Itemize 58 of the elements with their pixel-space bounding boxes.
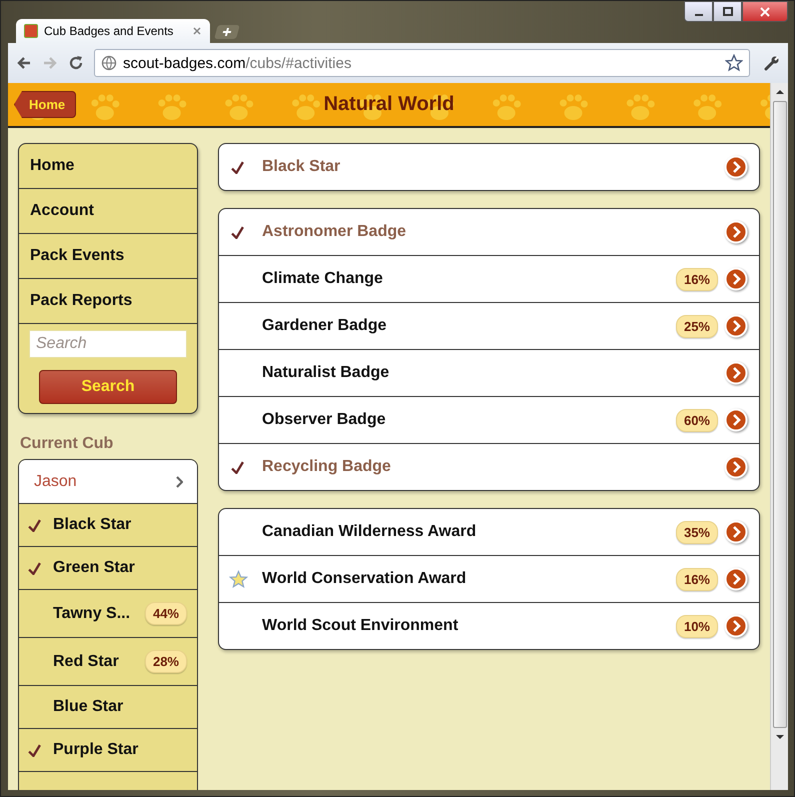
badge-list-item[interactable]: Recycling Badge: [219, 444, 759, 490]
bookmark-star-icon[interactable]: [725, 54, 743, 72]
search-field[interactable]: Search: [29, 330, 187, 358]
star-list-item[interactable]: Red Star 28%: [19, 638, 197, 686]
badge-list-item[interactable]: World Conservation Award 16%: [219, 556, 759, 603]
nav-item[interactable]: Pack Events: [19, 234, 197, 279]
back-icon[interactable]: [16, 55, 32, 71]
progress-badge: 16%: [676, 568, 718, 590]
close-icon[interactable]: [192, 26, 202, 36]
chevron-icon: [175, 476, 183, 488]
progress-badge: 16%: [676, 268, 718, 290]
section-heading: Current Cub: [19, 434, 114, 454]
progress-badge: 60%: [676, 408, 718, 432]
scrollbar-thumb[interactable]: [772, 101, 786, 728]
progress-badge: 44%: [144, 602, 187, 625]
home-button[interactable]: Home: [14, 91, 76, 118]
close-icon: [760, 6, 770, 16]
nav-item[interactable]: Account: [19, 189, 197, 234]
star-list-item[interactable]: Tawny S... 44%: [19, 590, 197, 638]
badge-list-item[interactable]: Astronomer Badge: [219, 209, 759, 256]
progress-badge: 28%: [144, 650, 187, 673]
minimize-button[interactable]: [684, 1, 713, 22]
url-text: scout-badges.com/cubs/#activities: [123, 54, 352, 72]
maximize-button[interactable]: [713, 1, 742, 22]
star-list-item[interactable]: Black Star: [19, 504, 197, 547]
badge-list-item[interactable]: Gardener Badge 25%: [219, 303, 759, 350]
favicon-icon: [24, 24, 38, 38]
minimize-icon: [694, 14, 704, 16]
wrench-icon[interactable]: [764, 55, 780, 71]
nav-item[interactable]: Home: [19, 144, 197, 189]
star-list-item[interactable]: Blue Star: [19, 686, 197, 729]
scrollbar[interactable]: [770, 83, 788, 790]
globe-icon: [101, 55, 117, 71]
nav-item[interactable]: Pack Reports: [19, 279, 197, 324]
plus-icon: [220, 27, 234, 37]
badge-list-item[interactable]: Black Star: [219, 144, 759, 190]
search-button[interactable]: Search: [39, 370, 177, 404]
reload-icon[interactable]: [68, 55, 84, 71]
maximize-icon: [722, 6, 732, 16]
progress-badge: 10%: [676, 614, 718, 638]
badge-list-item[interactable]: Canadian Wilderness Award 35%: [219, 509, 759, 556]
badge-list-item[interactable]: World Scout Environment 10%: [219, 603, 759, 649]
scroll-down-icon[interactable]: [776, 734, 784, 740]
page-title: Natural World: [324, 93, 454, 116]
star-list-item[interactable]: Purple Star: [19, 729, 197, 772]
progress-badge: 35%: [676, 520, 718, 544]
badge-list-item[interactable]: Climate Change 16%: [219, 256, 759, 303]
close-button[interactable]: [742, 1, 788, 22]
tab-title: Cub Badges and Events: [44, 24, 174, 38]
star-list-item[interactable]: Green Star: [19, 547, 197, 590]
cub-selector[interactable]: Jason: [19, 460, 197, 504]
progress-badge: 25%: [676, 314, 718, 338]
new-tab-button[interactable]: [214, 25, 240, 39]
browser-tab[interactable]: Cub Badges and Events: [16, 19, 210, 43]
badge-list-item[interactable]: Naturalist Badge: [219, 350, 759, 397]
badge-list-item[interactable]: Observer Badge 60%: [219, 397, 759, 444]
scroll-up-icon[interactable]: [776, 89, 784, 95]
address-field[interactable]: scout-badges.com/cubs/#activities: [94, 49, 750, 77]
